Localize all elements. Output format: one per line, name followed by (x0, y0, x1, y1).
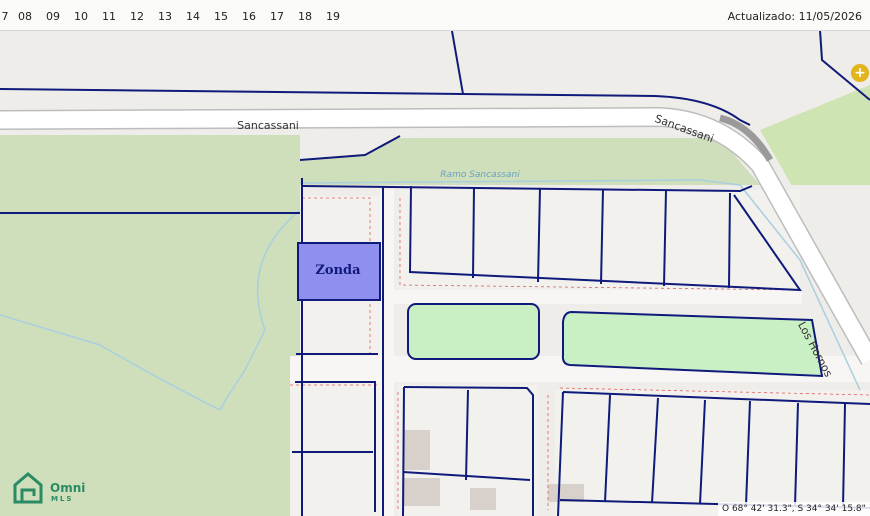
timeline-hour[interactable]: 09 (42, 10, 64, 23)
street-label-main: Sancassani (237, 119, 299, 132)
timeline-hour[interactable]: 15 (210, 10, 232, 23)
map-canvas[interactable]: Zonda Sancassani Sancassani Ramo Sancass… (0, 0, 870, 516)
timeline-hour[interactable]: 11 (98, 10, 120, 23)
timeline-hour[interactable]: 18 (294, 10, 316, 23)
parcel-label: Zonda (315, 263, 361, 278)
stream-label: Ramo Sancassani (440, 170, 520, 180)
timeline-hour[interactable]: 13 (154, 10, 176, 23)
omni-mls-logo: Omni MLS (12, 470, 92, 506)
house-icon (13, 472, 43, 504)
timeline-hour[interactable]: 10 (70, 10, 92, 23)
add-button[interactable]: + (851, 64, 869, 82)
timeline-hour[interactable]: 16 (238, 10, 260, 23)
logo-sub: MLS (51, 495, 74, 503)
timeline-hour[interactable]: 19 (322, 10, 344, 23)
logo-name: Omni (50, 481, 86, 495)
timeline-hour[interactable]: 12 (126, 10, 148, 23)
timeline-bar: 7 08 09 10 11 12 13 14 15 16 17 18 19 Ac… (0, 0, 870, 31)
coordinates-readout: O 68° 42' 31.3", S 34° 34' 15.8" (718, 502, 870, 516)
timeline-hour[interactable]: 17 (266, 10, 288, 23)
timeline-hour[interactable]: 08 (14, 10, 36, 23)
timeline-hour[interactable]: 14 (182, 10, 204, 23)
updated-label: Actualizado: 11/05/2026 (727, 10, 862, 23)
